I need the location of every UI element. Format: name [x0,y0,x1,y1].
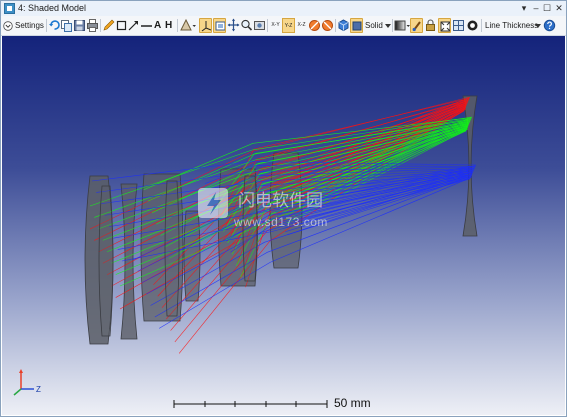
fullscreen-icon[interactable] [438,18,451,33]
render-mode-dropdown[interactable]: Solid [364,18,391,33]
watermark: 闪电软件园 www.sd173.com [198,188,328,229]
axes-view-icon[interactable] [199,18,212,33]
close-icon[interactable]: ✕ [553,1,565,15]
camera-icon[interactable] [466,18,479,33]
lens-front-face-2 [164,180,180,317]
analysis-window: 4: Shaded Model ▾ – ☐ ✕ Settings A H X-Y… [0,0,567,417]
ray-line [280,104,467,198]
pan-icon[interactable] [227,18,240,33]
toolbar-separator [267,19,268,32]
reset-view-icon[interactable] [253,18,266,33]
lock-icon[interactable] [424,18,437,33]
maximize-icon[interactable]: ☐ [541,1,553,15]
settings-chevron-icon [3,21,13,31]
cube-icon[interactable] [337,18,350,33]
toolbar-separator [46,19,47,32]
zoom-icon[interactable] [240,18,253,33]
settings-label: Settings [15,21,44,30]
fit-view-icon[interactable] [213,18,226,33]
dimension-tool-button[interactable]: H [165,18,172,33]
optical-layout-canvas: 闪电软件园 www.sd173.com Z [13,95,478,408]
pencil-icon[interactable] [102,18,115,33]
watermark-url: www.sd173.com [233,215,328,229]
watermark-name: 闪电软件园 [238,191,323,210]
app-icon [4,3,15,14]
scale-bar-label: 50 mm [334,396,371,410]
line-icon[interactable] [140,18,153,33]
copy-icon[interactable] [60,18,73,33]
toolbar-separator [481,19,482,32]
shaded-model-viewport[interactable]: 闪电软件园 www.sd173.com Z 50 mm [2,36,565,415]
hide-surfaces-icon[interactable] [321,18,334,33]
hide-rays-icon[interactable] [308,18,321,33]
render-mode-chevron-icon [385,24,391,28]
window-menu-dropdown-icon[interactable]: ▾ [518,1,530,15]
view-xz-button[interactable]: X-Z [295,18,308,33]
save-icon[interactable] [73,18,86,33]
shaded-mode-icon[interactable] [350,18,363,33]
settings-button[interactable]: Settings [3,18,45,33]
view-yz-button[interactable]: Y-Z [282,18,295,33]
arrow-icon[interactable] [127,18,140,33]
toolbar-separator [100,19,101,32]
toolbar-separator [177,19,178,32]
print-icon[interactable] [86,18,99,33]
render-mode-label: Solid [365,21,383,30]
scale-bar [173,400,328,408]
window-title: 4: Shaded Model [18,3,87,13]
toolbar-separator [335,19,336,32]
axis-triad-label: Z [36,385,41,394]
text-tool-button[interactable]: A [154,18,161,33]
layout-dropdown-icon[interactable] [179,18,197,33]
line-thickness-dropdown[interactable]: Line Thickness [484,18,541,33]
tile-windows-icon[interactable] [452,18,465,33]
color-gradient-icon[interactable] [394,18,411,33]
toolbar: Settings A H X-Y Y-Z X-Z Solid Line Thic… [1,16,566,36]
view-xy-button[interactable]: X-Y [269,18,282,33]
line-thickness-label: Line Thickness [485,21,539,30]
window-titlebar[interactable]: 4: Shaded Model ▾ – ☐ ✕ [1,1,566,17]
lens-front-face-1 [98,185,114,337]
line-thickness-chevron-icon [535,24,541,28]
help-icon[interactable] [543,18,556,33]
axis-triad-icon: Z [13,369,41,396]
toolbar-separator [392,19,393,32]
brush-icon[interactable] [410,18,423,33]
